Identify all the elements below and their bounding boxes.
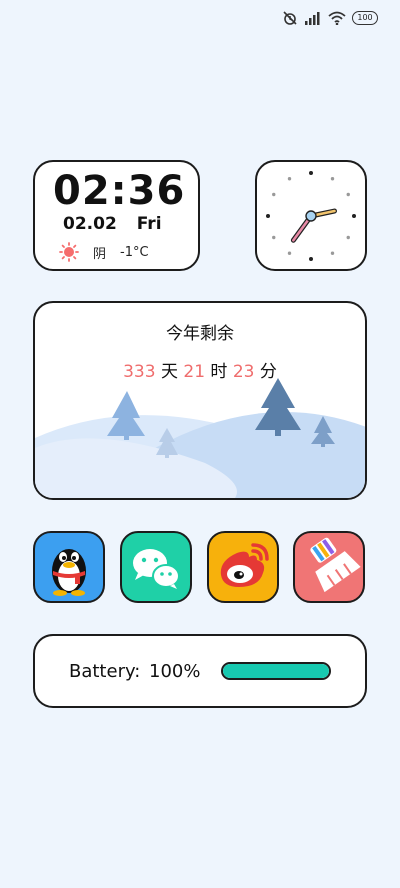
date-row: 02.02 Fri bbox=[63, 214, 162, 234]
status-battery-level: 100 bbox=[357, 13, 373, 22]
analog-clock-face bbox=[266, 171, 356, 261]
clock-weekday: Fri bbox=[136, 214, 162, 234]
signal-icon bbox=[305, 12, 320, 25]
clock-tick bbox=[309, 171, 313, 175]
clock-tick bbox=[266, 214, 270, 218]
cleaner-app-button[interactable] bbox=[293, 531, 365, 603]
battery-progress-fill bbox=[223, 664, 329, 678]
tree-icon bbox=[255, 378, 301, 436]
winter-scene-illustration bbox=[35, 378, 365, 498]
weibo-icon bbox=[220, 543, 269, 587]
clock-widget[interactable]: 02:36 02.02 Fri 阴 -1°C bbox=[33, 160, 200, 271]
clock-tick bbox=[330, 251, 335, 255]
clock-date: 02.02 bbox=[63, 214, 117, 234]
clock-tick bbox=[346, 235, 350, 240]
clock-tick bbox=[287, 177, 292, 181]
clock-tick bbox=[272, 235, 276, 240]
clock-tick bbox=[272, 192, 276, 197]
battery-label: Battery: bbox=[69, 661, 141, 682]
wechat-icon bbox=[133, 549, 180, 589]
clock-tick bbox=[309, 257, 313, 261]
alarm-off-icon bbox=[283, 11, 297, 25]
sun-icon bbox=[59, 242, 79, 262]
battery-progress-bar bbox=[221, 662, 331, 680]
countdown-title: 今年剩余 bbox=[166, 324, 234, 344]
qq-penguin-icon bbox=[52, 549, 86, 596]
wifi-icon bbox=[328, 11, 346, 25]
battery-icon: 100 bbox=[352, 11, 378, 25]
battery-widget[interactable]: Battery: 100% bbox=[33, 634, 367, 708]
year-countdown-widget[interactable]: 今年剩余 333 天 21 时 23 分 bbox=[33, 301, 367, 500]
weather-temperature: -1°C bbox=[120, 244, 149, 260]
weather-row: 阴 -1°C bbox=[59, 242, 149, 262]
clock-tick bbox=[352, 214, 356, 218]
clock-tick bbox=[346, 192, 350, 197]
status-bar: 100 bbox=[282, 8, 378, 28]
weibo-app-button[interactable] bbox=[207, 531, 279, 603]
clock-tick bbox=[287, 251, 292, 255]
qq-app-button[interactable] bbox=[33, 531, 105, 603]
wechat-app-button[interactable] bbox=[120, 531, 192, 603]
clock-time: 02:36 bbox=[53, 168, 186, 214]
clock-center bbox=[305, 210, 317, 222]
analog-clock-widget[interactable] bbox=[255, 160, 367, 271]
battery-value: 100% bbox=[149, 661, 201, 682]
broom-icon bbox=[310, 537, 361, 593]
clock-tick bbox=[330, 177, 335, 181]
weather-condition: 阴 bbox=[93, 246, 107, 262]
